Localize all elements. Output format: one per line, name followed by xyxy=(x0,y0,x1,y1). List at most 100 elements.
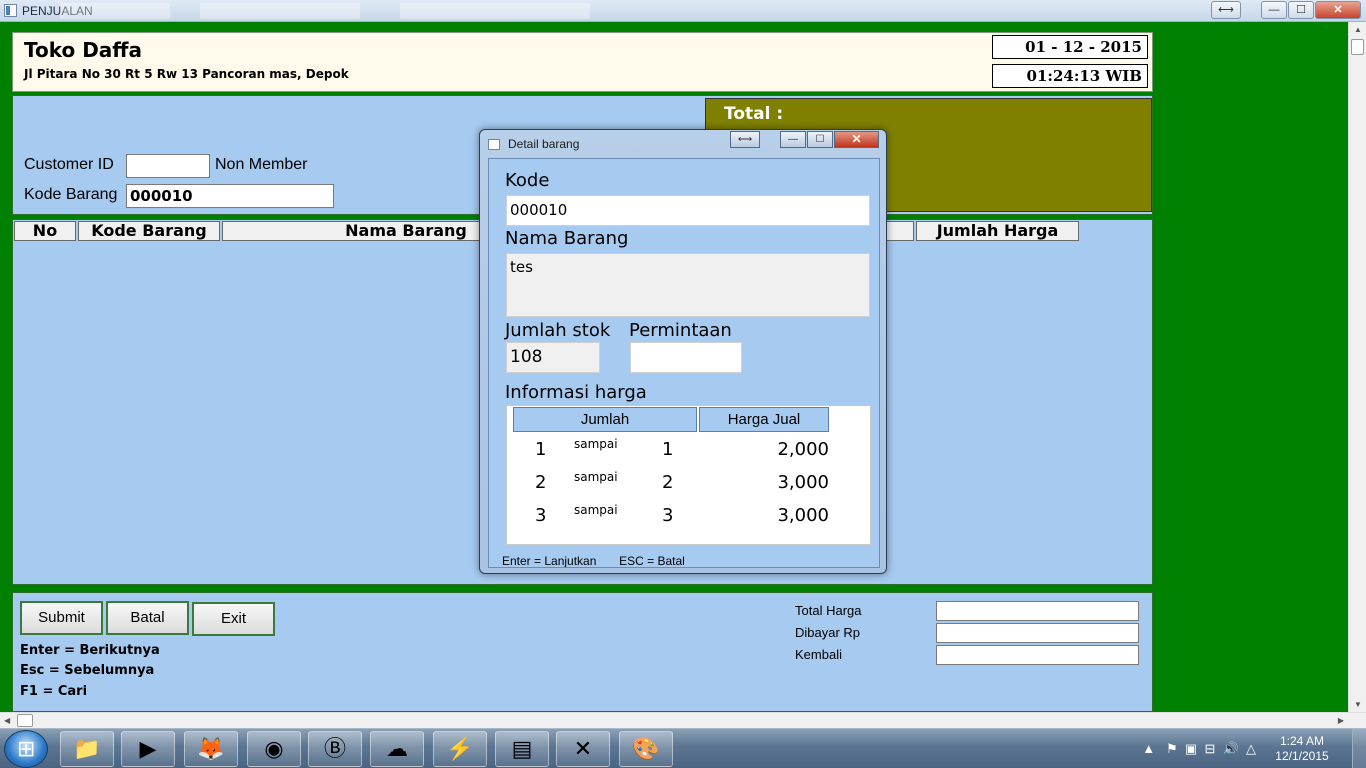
clock-time: 1:24 AM xyxy=(1279,734,1325,748)
dialog-title: Detail barang xyxy=(508,137,580,151)
device-icon[interactable]: ▣ xyxy=(1185,741,1197,756)
horizontal-scrollbar[interactable]: ◀ ▶ xyxy=(0,712,1366,728)
jumlah-stok-field: 108 xyxy=(506,342,600,373)
column-header-no[interactable]: No xyxy=(14,221,76,241)
column-header-kode[interactable]: Kode Barang xyxy=(78,221,220,241)
help-esc: Esc = Sebelumnya xyxy=(20,663,155,678)
total-label: Total : xyxy=(724,104,784,124)
document-icon[interactable]: ▤ xyxy=(495,731,549,767)
price-row-sep: sampai xyxy=(574,470,618,484)
dibayar-label: Dibayar Rp xyxy=(795,625,861,640)
kembali-field[interactable] xyxy=(936,645,1139,665)
price-row-to: 3 xyxy=(662,505,674,526)
vertical-scrollbar[interactable]: ▲ ▼ xyxy=(1348,22,1366,712)
dialog-close-button[interactable]: ✕ xyxy=(834,131,879,148)
winamp-icon[interactable]: ⚡ xyxy=(433,731,487,767)
nama-barang-field[interactable]: tes xyxy=(506,253,870,317)
paint-icon[interactable]: 🎨 xyxy=(619,731,673,767)
clock[interactable]: 1:24 AM 12/1/2015 xyxy=(1262,734,1342,764)
dialog-resize-button[interactable]: ⟷ xyxy=(730,131,760,148)
footer-enter-hint: Enter = Lanjutkan xyxy=(502,554,597,568)
permintaan-input[interactable] xyxy=(630,342,742,373)
show-desktop-button[interactable] xyxy=(1352,729,1366,768)
kode-label: Kode xyxy=(505,170,550,191)
dialog-icon xyxy=(488,139,500,150)
media-player-icon[interactable]: ▶ xyxy=(121,731,175,767)
maximize-button[interactable]: ☐ xyxy=(1288,1,1314,19)
network-icon[interactable]: ⊟ xyxy=(1204,741,1215,756)
scroll-left-icon[interactable]: ◀ xyxy=(4,716,10,725)
informasi-harga-label: Informasi harga xyxy=(505,382,647,403)
dialog-body: Kode 000010 Nama Barang tes Jumlah stok … xyxy=(488,158,880,568)
footer-esc-hint: ESC = Batal xyxy=(619,554,685,568)
yellow-app-icon[interactable]: ☁ xyxy=(370,731,424,767)
volume-icon[interactable]: 🔊 xyxy=(1223,741,1239,756)
time-display: 01:24:13 WIB xyxy=(992,64,1148,88)
drive-icon[interactable]: △ xyxy=(1246,741,1256,756)
store-header: Toko Daffa Jl Pitara No 30 Rt 5 Rw 13 Pa… xyxy=(12,32,1153,92)
kode-barang-label: Kode Barang xyxy=(24,186,118,203)
system-tray: ▲ ⚑ ▣ ⊟ 🔊 △ xyxy=(1142,741,1256,757)
minimize-button[interactable]: — xyxy=(1261,1,1287,19)
member-status: Non Member xyxy=(215,156,308,173)
help-enter: Enter = Berikutnya xyxy=(20,643,160,658)
customer-id-input[interactable] xyxy=(126,154,210,178)
price-row-to: 1 xyxy=(662,439,674,460)
kode-field[interactable]: 000010 xyxy=(506,195,870,226)
price-row-from: 3 xyxy=(535,505,547,526)
close-button[interactable]: ✕ xyxy=(1315,1,1361,19)
kode-barang-input[interactable]: 000010 xyxy=(126,184,334,208)
flag-icon[interactable]: ⚑ xyxy=(1166,741,1178,756)
dialog-footer-hints: Enter = Lanjutkan ESC = Batal xyxy=(502,554,685,568)
permintaan-label: Permintaan xyxy=(629,320,732,341)
price-header-jumlah: Jumlah xyxy=(513,407,697,432)
app-icon xyxy=(4,4,17,17)
price-row-price: 3,000 xyxy=(777,505,829,526)
price-row-price: 2,000 xyxy=(777,439,829,460)
titlebar-ghost xyxy=(60,3,170,19)
exit-button[interactable]: Exit xyxy=(192,602,275,636)
column-header-jumlah[interactable]: Jumlah Harga xyxy=(916,221,1079,241)
nama-barang-label: Nama Barang xyxy=(505,228,629,249)
dialog-minimize-button[interactable]: — xyxy=(780,131,806,148)
main-titlebar: PENJUALAN ⟷ — ☐ ✕ xyxy=(0,0,1366,22)
customer-id-label: Customer ID xyxy=(24,156,114,173)
clock-date: 12/1/2015 xyxy=(1275,749,1329,763)
submit-button[interactable]: Submit xyxy=(20,601,103,635)
app-b-icon[interactable]: Ⓑ xyxy=(308,731,362,767)
scroll-up-icon[interactable]: ▲ xyxy=(1354,25,1362,34)
total-harga-field[interactable] xyxy=(936,601,1139,621)
help-f1: F1 = Cari xyxy=(20,684,88,699)
total-harga-label: Total Harga xyxy=(795,603,862,618)
chevron-up-icon[interactable]: ▲ xyxy=(1142,741,1155,756)
resize-button[interactable]: ⟷ xyxy=(1211,1,1241,19)
scroll-right-icon[interactable]: ▶ xyxy=(1338,716,1344,725)
kembali-label: Kembali xyxy=(795,647,842,662)
scroll-down-icon[interactable]: ▼ xyxy=(1354,700,1362,709)
price-row-sep: sampai xyxy=(574,437,618,451)
date-display: 01 - 12 - 2015 xyxy=(992,35,1148,59)
scroll-thumb[interactable] xyxy=(17,714,33,727)
price-row-from: 2 xyxy=(535,472,547,493)
chrome-icon[interactable]: ◉ xyxy=(247,731,301,767)
dibayar-field[interactable] xyxy=(936,623,1139,643)
dialog-maximize-button[interactable]: ☐ xyxy=(807,131,833,148)
explorer-icon[interactable]: 📁 xyxy=(60,731,114,767)
detail-barang-dialog: Detail barang ⟷ — ☐ ✕ Kode 000010 Nama B… xyxy=(479,129,887,574)
firefox-icon[interactable]: 🦊 xyxy=(184,731,238,767)
excel-icon[interactable]: ✕ xyxy=(556,731,610,767)
scroll-thumb[interactable] xyxy=(1351,39,1364,55)
titlebar-ghost xyxy=(400,3,590,19)
store-name: Toko Daffa xyxy=(24,38,142,62)
titlebar-ghost xyxy=(200,3,360,19)
price-table: Jumlah Harga Jual 1 sampai 1 2,000 2 sam… xyxy=(506,405,871,545)
price-row-from: 1 xyxy=(535,439,547,460)
taskbar: 📁 ▶ 🦊 ◉ Ⓑ ☁ ⚡ ▤ ✕ 🎨 ▲ ⚑ ▣ ⊟ 🔊 △ 1:24 AM … xyxy=(0,728,1366,768)
price-header-harga: Harga Jual xyxy=(699,407,829,432)
start-button[interactable] xyxy=(4,730,48,768)
batal-button[interactable]: Batal xyxy=(106,601,189,635)
jumlah-stok-label: Jumlah stok xyxy=(505,320,611,341)
price-row-price: 3,000 xyxy=(777,472,829,493)
price-row-to: 2 xyxy=(662,472,674,493)
store-address: Jl Pitara No 30 Rt 5 Rw 13 Pancoran mas,… xyxy=(24,67,349,81)
